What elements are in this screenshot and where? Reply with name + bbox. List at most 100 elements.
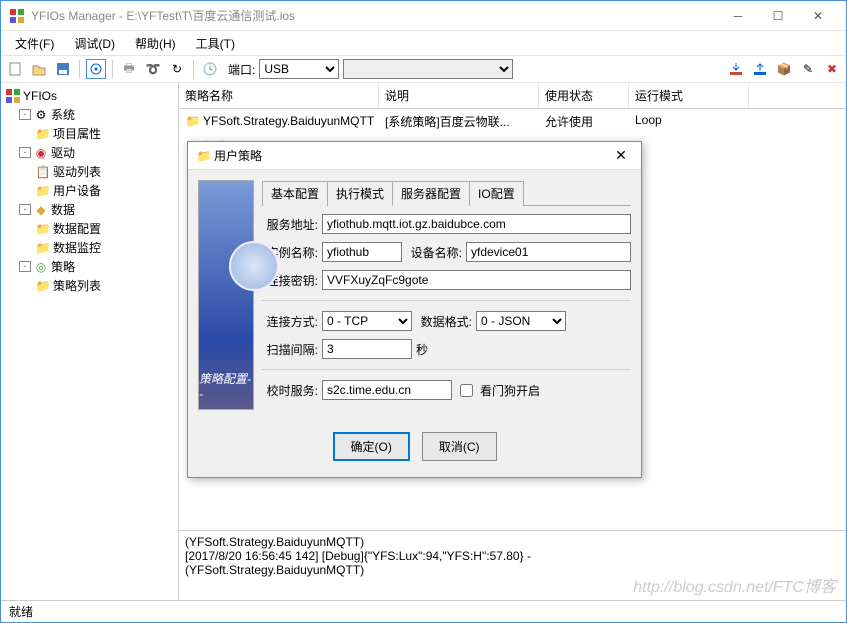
watermark: http://blog.csdn.net/FTC博客 (633, 573, 836, 597)
folder-icon: 📁 (35, 221, 51, 237)
download-icon[interactable] (726, 59, 746, 79)
cancel-button[interactable]: 取消(C) (422, 432, 497, 461)
device-combo[interactable] (343, 59, 513, 79)
tree-strategy-list[interactable]: 📁策略列表 (3, 276, 176, 295)
tree-strategy[interactable]: -◎策略 (3, 257, 176, 276)
disc-icon (229, 241, 279, 291)
separator (112, 60, 113, 78)
menu-help[interactable]: 帮助(H) (127, 33, 184, 54)
dialog-close-button[interactable]: ✕ (609, 147, 633, 164)
tree-system[interactable]: -⚙系统 (3, 105, 176, 124)
dialog-titlebar: 📁 用户策略 ✕ (188, 142, 641, 170)
tree-root[interactable]: YFIOs (3, 87, 176, 105)
tree-data-config[interactable]: 📁数据配置 (3, 219, 176, 238)
list-header: 策略名称 说明 使用状态 运行模式 (179, 83, 846, 109)
deploy-icon[interactable]: 📦 (774, 59, 794, 79)
folder-icon: 📁 (185, 113, 201, 129)
log-line: (YFSoft.Strategy.BaiduyunMQTT) (185, 535, 840, 549)
folder-icon: 📁 (35, 240, 51, 256)
driver-icon: ◉ (33, 145, 49, 161)
tree-data[interactable]: -◆数据 (3, 200, 176, 219)
dialog-form: 基本配置 执行模式 服务器配置 IO配置 服务地址: 实例名称: 设备名称: 连… (262, 180, 631, 410)
interval-label: 扫描间隔: (262, 341, 318, 358)
port-label: 端口: (228, 61, 255, 78)
device-input[interactable] (466, 242, 631, 262)
server-label: 服务地址: (262, 216, 318, 233)
col-desc[interactable]: 说明 (379, 83, 539, 108)
folder-icon: 📁 (196, 148, 212, 164)
save-icon[interactable] (53, 59, 73, 79)
server-input[interactable] (322, 214, 631, 234)
ntp-label: 校时服务: (262, 382, 318, 399)
user-strategy-dialog: 📁 用户策略 ✕ 策略配置-- 基本配置 执行模式 服务器配置 IO配置 服务地… (187, 141, 642, 478)
status-text: 就绪 (9, 603, 33, 620)
tree-driver-list[interactable]: 📋驱动列表 (3, 162, 176, 181)
close-button[interactable]: ✕ (798, 2, 838, 30)
tree-driver[interactable]: -◉驱动 (3, 143, 176, 162)
tree-data-monitor[interactable]: 📁数据监控 (3, 238, 176, 257)
tree-project-prop[interactable]: 📁项目属性 (3, 124, 176, 143)
new-icon[interactable] (5, 59, 25, 79)
dialog-sidebar-image: 策略配置-- (198, 180, 254, 410)
window-title: YFIOs Manager - E:\YFTest\T\百度云通信测试.ios (31, 7, 718, 24)
folder-icon: 📁 (35, 278, 51, 294)
col-mode[interactable]: 运行模式 (629, 83, 749, 108)
device-label: 设备名称: (406, 244, 462, 261)
interval-input[interactable] (322, 339, 412, 359)
main-window: YFIOs Manager - E:\YFTest\T\百度云通信测试.ios … (0, 0, 847, 623)
menu-tool[interactable]: 工具(T) (188, 33, 243, 54)
edit-icon[interactable]: ✎ (798, 59, 818, 79)
col-name[interactable]: 策略名称 (179, 83, 379, 108)
target-icon[interactable] (86, 59, 106, 79)
device-icon: 📁 (35, 183, 51, 199)
list-icon: 📋 (35, 164, 51, 180)
separator (262, 300, 631, 301)
format-select[interactable]: 0 - JSON (476, 311, 566, 331)
clock-icon[interactable]: 🕓 (200, 59, 220, 79)
menu-debug[interactable]: 调试(D) (66, 33, 123, 54)
tab-bar: 基本配置 执行模式 服务器配置 IO配置 (262, 180, 631, 206)
separator (262, 369, 631, 370)
app-icon (5, 88, 21, 104)
menubar: 文件(F) 调试(D) 帮助(H) 工具(T) (1, 31, 846, 55)
ntp-input[interactable] (322, 380, 452, 400)
log-line: [2017/8/20 16:56:45 142] [Debug]{"YFS:Lu… (185, 549, 840, 563)
tab-io[interactable]: IO配置 (469, 181, 524, 206)
secret-input[interactable] (322, 270, 631, 290)
separator (193, 60, 194, 78)
open-icon[interactable] (29, 59, 49, 79)
conn-select[interactable]: 0 - TCP (322, 311, 412, 331)
interval-unit: 秒 (416, 341, 428, 358)
tab-basic[interactable]: 基本配置 (262, 181, 328, 206)
refresh-icon[interactable]: ↻ (167, 59, 187, 79)
tree-pane[interactable]: YFIOs -⚙系统 📁项目属性 -◉驱动 📋驱动列表 📁用户设备 -◆数据 📁… (1, 83, 179, 600)
toolbar: 🖶 ➰ ↻ 🕓 端口: USB 📦 ✎ ✖ (1, 55, 846, 83)
port-select[interactable]: USB (259, 59, 339, 79)
link-icon[interactable]: ➰ (143, 59, 163, 79)
data-icon: ◆ (33, 202, 49, 218)
app-icon (9, 8, 25, 24)
instance-input[interactable] (322, 242, 402, 262)
separator (79, 60, 80, 78)
ok-button[interactable]: 确定(O) (333, 432, 410, 461)
strategy-icon: ◎ (33, 259, 49, 275)
dialog-title: 用户策略 (214, 147, 609, 164)
maximize-button[interactable]: ☐ (758, 2, 798, 30)
delete-icon[interactable]: ✖ (822, 59, 842, 79)
upload-icon[interactable] (750, 59, 770, 79)
tab-server[interactable]: 服务器配置 (392, 181, 470, 206)
print-icon[interactable]: 🖶 (119, 59, 139, 79)
menu-file[interactable]: 文件(F) (7, 33, 62, 54)
conn-label: 连接方式: (262, 313, 318, 330)
folder-icon: 📁 (35, 126, 51, 142)
statusbar: 就绪 (1, 600, 846, 622)
watchdog-checkbox[interactable]: 看门狗开启 (456, 381, 540, 400)
list-row[interactable]: 📁YFSoft.Strategy.BaiduyunMQTT [系统策略]百度云物… (179, 109, 846, 134)
col-state[interactable]: 使用状态 (539, 83, 629, 108)
tab-exec[interactable]: 执行模式 (327, 181, 393, 206)
minimize-button[interactable]: ─ (718, 2, 758, 30)
titlebar: YFIOs Manager - E:\YFTest\T\百度云通信测试.ios … (1, 1, 846, 31)
tree-user-device[interactable]: 📁用户设备 (3, 181, 176, 200)
gear-icon: ⚙ (33, 107, 49, 123)
format-label: 数据格式: (416, 313, 472, 330)
